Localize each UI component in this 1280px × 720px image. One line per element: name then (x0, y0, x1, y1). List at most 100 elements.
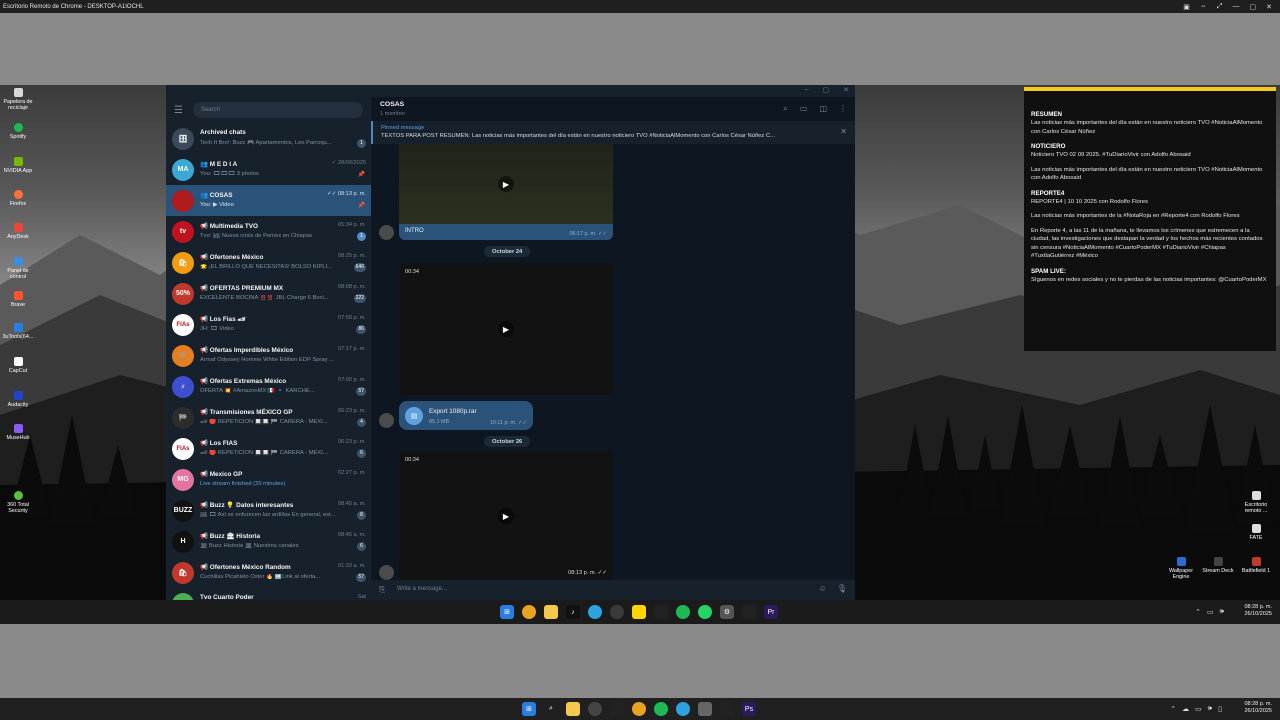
desktop-icon-anydesk[interactable]: AnyDesk (0, 223, 36, 240)
chevron-up-icon[interactable]: ⌃ (1170, 705, 1176, 713)
chat-list-item[interactable]: FIAs 📢 Los FIAS 06:23 p. m. 🏎 🔴 REPETICIÓN … (166, 433, 371, 464)
chat-list-item[interactable]: ⚡ 📢 Ofertas Extremas México 07:00 p. m. OFE… (166, 371, 371, 402)
video-message[interactable]: 00:34 ▶ 08:13 p. m. ✓✓ (399, 451, 613, 581)
chat-list-item[interactable]: 🏁 📢 Transmisiones MÉXICO GP 06:23 p. m. 🏎 🔴… (166, 402, 371, 433)
sender-avatar[interactable] (379, 565, 394, 580)
desktop-icon-capcut[interactable]: CapCut (0, 357, 36, 374)
minimize-button[interactable]: — (1233, 3, 1240, 10)
chat-avatar[interactable]: H (172, 530, 194, 553)
chat-list-item[interactable]: FIAs 📢 Los Fias 🏎 07:58 p. m. JH: 🎞 Video 86 (166, 309, 371, 340)
more-icon[interactable]: ⋮ (839, 104, 847, 114)
desktop-icon-3utools[interactable]: 3uTools(64... (0, 323, 36, 340)
desktop-icon-control-panel[interactable]: Panel de control (0, 257, 36, 280)
play-icon[interactable]: ▶ (498, 321, 514, 337)
desktop-icon-audacity[interactable]: Audacity (0, 391, 36, 408)
chat-avatar[interactable]: MA (172, 158, 194, 181)
live-chat-icon[interactable]: ▭ (800, 104, 808, 114)
message-input[interactable]: Write a message... (397, 586, 447, 592)
attach-icon[interactable]: ⎘ (379, 585, 385, 595)
chat-avatar[interactable]: tv (172, 220, 194, 243)
chat-avatar[interactable]: FIAs (172, 437, 194, 460)
desktop-icon-firefox[interactable]: Firefox (0, 190, 36, 207)
file-icon[interactable]: ▤ (405, 407, 423, 425)
remote-clock[interactable]: 08:28 p. m. 26/10/2025 (1244, 604, 1272, 618)
desktop-icon-recycle-bin[interactable]: Papelera de reciclaje (0, 88, 36, 111)
chat-avatar[interactable] (172, 592, 194, 600)
desktop-icon-battlefield[interactable]: Battlefield 1 (1238, 557, 1274, 574)
spotify-icon[interactable] (676, 605, 690, 619)
chat-avatar[interactable]: 🏁 (172, 406, 194, 429)
chat-list-item[interactable]: H 📢 Buzz 🏛 Historia 08:45 a. m. 🏛 Buzz Hist… (166, 526, 371, 557)
chat-list-item[interactable]: Tvo Cuarto Poder Sat (166, 588, 371, 600)
video-message[interactable]: 00:34 ▶ (399, 263, 613, 395)
search-icon[interactable]: ⌕ (544, 702, 558, 716)
chat-list-item[interactable]: 👥 COSAS ✓✓ 08:13 p. m. You: ▶ Video 📌 (166, 185, 371, 216)
desktop-icon-remote-desktop[interactable]: Escritorio remoto ... (1238, 491, 1274, 514)
chat-avatar[interactable]: FIAs (172, 313, 194, 336)
whatsapp-icon[interactable] (698, 605, 712, 619)
menu-icon[interactable]: ☰ (174, 105, 183, 116)
chrome-icon[interactable] (632, 702, 646, 716)
capcut-icon[interactable] (720, 702, 734, 716)
desktop-icon-stream-deck[interactable]: Stream Deck (1200, 557, 1236, 574)
chat-title[interactable]: COSAS (380, 101, 404, 108)
maximize-icon[interactable]: ▢ (823, 86, 830, 94)
remote-desktop[interactable]: Papelera de reciclaje Spotify NVIDIA App… (0, 85, 1280, 624)
capcut-icon[interactable] (742, 605, 756, 619)
photoshop-icon[interactable]: Ps (742, 702, 756, 716)
chat-avatar[interactable]: 50% (172, 282, 194, 305)
desktop-icon-360-security[interactable]: 360 Total Security (0, 491, 36, 514)
sender-avatar[interactable] (379, 413, 394, 428)
chat-list-item[interactable]: MA 👥 M E D I A ✓ 28/09/2025 You: 🎞🎞🎞 3 phot… (166, 154, 371, 185)
chat-avatar[interactable]: MG (172, 468, 194, 491)
volume-icon[interactable]: 🕪 (1220, 608, 1224, 616)
chat-avatar[interactable]: 🛒 (172, 344, 194, 367)
folder-icon[interactable] (544, 605, 558, 619)
pinned-message-bar[interactable]: Pinned message TEXTOS PARA POST RESUMEN:… (371, 121, 855, 144)
remote-desktop-icon[interactable] (698, 702, 712, 716)
emoji-icon[interactable]: ☺ (819, 584, 827, 593)
sticky-notes-icon[interactable] (632, 605, 646, 619)
desktop-icon-fate[interactable]: FATE (1238, 524, 1274, 541)
chat-avatar[interactable] (172, 189, 194, 212)
chat-avatar[interactable]: ⚡ (172, 375, 194, 398)
folder-icon[interactable] (566, 702, 580, 716)
desktop-icon-nvidia[interactable]: NVIDIA App (0, 157, 36, 174)
desktop-icon-spotify[interactable]: Spotify (0, 123, 36, 140)
chat-list-item[interactable]: tv 📢 Multimedia TVO 05:34 p. m. Tvo: 🏞 Nuev… (166, 216, 371, 247)
volume-icon[interactable]: 🕪 (1208, 705, 1212, 713)
desktop-icon-musehub[interactable]: MuseHub (0, 424, 36, 441)
sender-avatar[interactable] (379, 225, 394, 240)
desktop-icon-brave[interactable]: Brave (0, 291, 36, 308)
resize-icon[interactable]: ⇔ (1200, 3, 1207, 10)
chat-list-item[interactable]: 🛒 📢 Ofertas Imperdibles México 07:17 p. m.… (166, 340, 371, 371)
close-icon[interactable]: ✕ (843, 86, 849, 94)
play-icon[interactable]: ▶ (498, 508, 514, 524)
start-icon[interactable]: ⊞ (500, 605, 514, 619)
desktop-icon-wallpaper-engine[interactable]: Wallpaper Engine (1163, 557, 1199, 580)
close-icon[interactable]: ✕ (840, 127, 847, 136)
expand-icon[interactable]: ⤢ (1217, 3, 1223, 11)
network-icon[interactable]: ▭ (1195, 705, 1202, 713)
chat-list-item[interactable]: MG 📢 Mexico GP 02:27 p. m. Live stream fini… (166, 464, 371, 495)
capcut-icon[interactable] (654, 605, 668, 619)
tiktok-icon[interactable]: ♪ (566, 605, 580, 619)
network-icon[interactable]: ▭ (1207, 608, 1214, 616)
video-message[interactable]: ▶ (399, 144, 613, 224)
telegram-icon[interactable] (676, 702, 690, 716)
telegram-icon[interactable] (588, 605, 602, 619)
chat-list-item[interactable]: 🗄 Archived chats Tech It Bro!: Buzz 🎮 Apar… (166, 123, 371, 154)
sidebar-toggle-icon[interactable]: ◫ (819, 104, 827, 114)
chrome-icon[interactable] (522, 605, 536, 619)
file-message[interactable]: ▤ Export 1080p.rar 85.1 MB 10:11 p. m. ✓… (399, 401, 533, 430)
premiere-icon[interactable]: Pr (764, 605, 778, 619)
start-icon[interactable]: ⊞ (522, 702, 536, 716)
search-icon[interactable]: ⌕ (783, 104, 787, 114)
chat-list-item[interactable]: 🛍 📢 Ofertones México 08:25 p. m. 🌟 ¡EL BRIL… (166, 247, 371, 278)
local-clock[interactable]: 08:28 p. m. 26/10/2025 (1244, 701, 1272, 715)
search-input[interactable]: Search (192, 102, 363, 118)
chevron-up-icon[interactable]: ⌃ (1195, 608, 1201, 616)
chat-list-item[interactable]: 🛍 📢 Ofertones México Random 01:33 a. m. Cuc… (166, 557, 371, 588)
capcut-icon[interactable] (610, 702, 624, 716)
settings-icon[interactable]: ⚙ (720, 605, 734, 619)
